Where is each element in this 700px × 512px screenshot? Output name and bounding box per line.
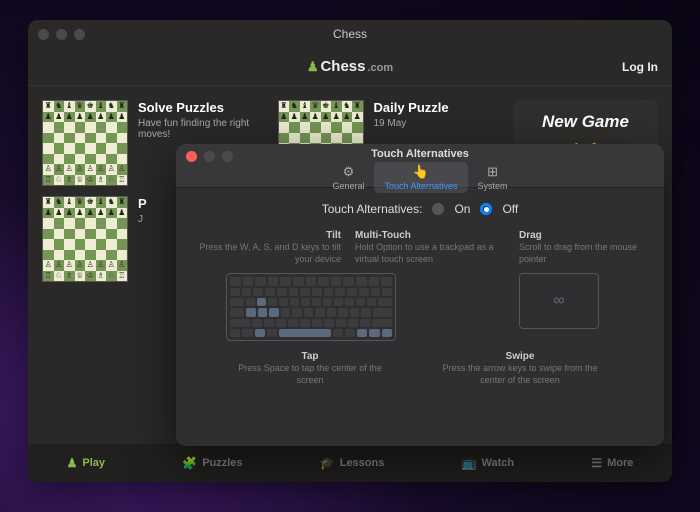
logo-suffix: .com [368, 62, 394, 74]
block-desc: Scroll to drag from the mouse pointer [519, 242, 639, 265]
tab-label: Touch Alternatives [384, 181, 457, 191]
block-title: Swipe [435, 351, 605, 362]
card-subtitle: 19 May [374, 118, 449, 129]
nav-more[interactable]: ☰ More [591, 456, 633, 470]
swipe-block: Swipe Press the arrow keys to swipe from… [435, 351, 605, 386]
close-button[interactable] [186, 151, 197, 162]
tab-system[interactable]: ⊞System [468, 162, 518, 193]
touch-alternatives-toggle: Touch Alternatives: On Off [196, 202, 644, 216]
main-titlebar: Chess [28, 20, 672, 48]
trackpad-graphic: ∞ [519, 273, 599, 329]
block-title: Tap [235, 351, 385, 362]
nav-label: Play [82, 457, 105, 469]
card-subtitle: Have fun finding the right moves! [138, 118, 268, 140]
bottom-descriptions: Tap Press Space to tap the center of the… [196, 351, 644, 386]
close-button[interactable] [38, 29, 49, 40]
more-icon: ☰ [591, 456, 602, 470]
tab-general[interactable]: ⚙General [322, 162, 374, 193]
tap-block: Tap Press Space to tap the center of the… [235, 351, 385, 386]
block-desc: Hold Option to use a trackpad as a virtu… [355, 242, 505, 265]
new-game-heading: New Game [525, 112, 646, 132]
block-title: Tilt [196, 230, 341, 241]
keyboard-graphic [226, 273, 396, 341]
gear-icon: ⚙ [343, 164, 355, 180]
block-desc: Press Space to tap the center of the scr… [235, 363, 385, 386]
zoom-button[interactable] [222, 151, 233, 162]
card-title: Daily Puzzle [374, 100, 449, 115]
card-subtitle: J [138, 214, 147, 225]
nav-label: Puzzles [202, 457, 242, 469]
card-text: P J [138, 196, 147, 282]
mini-chessboard: ♜♞♝♛♚♝♞♜♟♟♟♟♟♟♟♟♙♙♙♙♙♙♙♙♖♘♗♕♔♗♘♖ [42, 196, 128, 282]
radio-on-label: On [454, 202, 470, 216]
card-title: Solve Puzzles [138, 100, 268, 115]
nav-puzzles[interactable]: 🧩 Puzzles [182, 456, 242, 470]
chess-logo[interactable]: ♟ Chess.com [307, 58, 393, 75]
block-title: Drag [519, 230, 639, 241]
settings-body: Touch Alternatives: On Off Tilt Press th… [176, 188, 664, 446]
settings-titlebar: Touch Alternatives ⚙General 👆Touch Alter… [176, 144, 664, 188]
tab-touch-alternatives[interactable]: 👆Touch Alternatives [374, 162, 467, 193]
multitouch-block: Multi-Touch Hold Option to use a trackpa… [355, 230, 505, 265]
card-title: P [138, 196, 147, 211]
block-desc: Press the arrow keys to swipe from the c… [435, 363, 605, 386]
radio-on[interactable] [432, 203, 444, 215]
block-desc: Press the W, A, S, and D keys to tilt yo… [196, 242, 341, 265]
tab-label: General [332, 181, 364, 191]
logo-brand: Chess [320, 58, 365, 75]
system-icon: ⊞ [487, 164, 498, 180]
tab-label: System [478, 181, 508, 191]
gesture-diagram: Tilt Press the W, A, S, and D keys to ti… [196, 230, 644, 345]
puzzle-icon: 🧩 [182, 456, 197, 470]
tilt-block: Tilt Press the W, A, S, and D keys to ti… [196, 230, 341, 265]
nav-watch[interactable]: 📺 Watch [462, 456, 515, 470]
radio-off[interactable] [480, 203, 492, 215]
nav-label: Watch [482, 457, 515, 469]
minimize-button[interactable] [204, 151, 215, 162]
toggle-label: Touch Alternatives: [322, 202, 423, 216]
play-icon: ♟ [67, 456, 78, 470]
login-button[interactable]: Log In [622, 60, 658, 74]
settings-traffic-lights [186, 151, 233, 162]
app-header: ♟ Chess.com Log In [28, 48, 672, 86]
block-title: Multi-Touch [355, 230, 505, 241]
settings-window-title: Touch Alternatives [371, 148, 469, 160]
mini-chessboard: ♜♞♝♛♚♝♞♜♟♟♟♟♟♟♟♟♙♙♙♙♙♙♙♙♖♘♗♕♔♗♘♖ [42, 100, 128, 186]
trackpad-illustration: ∞ [519, 269, 639, 341]
keyboard-illustration [196, 269, 505, 341]
traffic-lights [38, 29, 85, 40]
nav-label: Lessons [340, 457, 385, 469]
lessons-icon: 🎓 [320, 456, 335, 470]
watch-icon: 📺 [462, 456, 477, 470]
zoom-button[interactable] [74, 29, 85, 40]
nav-label: More [607, 457, 633, 469]
drag-block: Drag Scroll to drag from the mouse point… [519, 230, 639, 265]
window-title: Chess [333, 27, 367, 41]
settings-tabs: ⚙General 👆Touch Alternatives ⊞System [322, 162, 517, 193]
nav-lessons[interactable]: 🎓 Lessons [320, 456, 385, 470]
minimize-button[interactable] [56, 29, 67, 40]
bottom-nav: ♟ Play 🧩 Puzzles 🎓 Lessons 📺 Watch ☰ More [28, 444, 672, 482]
touch-alternatives-dialog: Touch Alternatives ⚙General 👆Touch Alter… [176, 144, 664, 446]
radio-off-label: Off [502, 202, 518, 216]
nav-play[interactable]: ♟ Play [67, 456, 105, 470]
touch-icon: 👆 [413, 164, 429, 180]
pawn-icon: ♟ [307, 59, 319, 75]
